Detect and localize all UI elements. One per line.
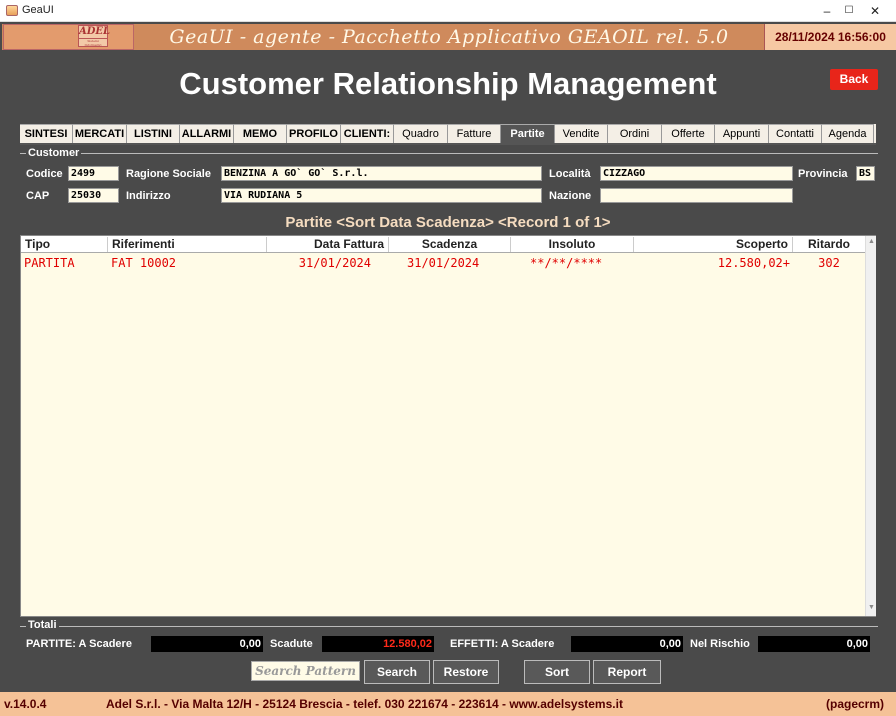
codice-label: Codice (26, 168, 63, 180)
tab-agenda[interactable]: Agenda (822, 124, 874, 143)
indirizzo-label: Indirizzo (126, 190, 171, 202)
codice-field[interactable]: 2499 (68, 166, 119, 181)
tab-appunti[interactable]: Appunti (715, 124, 769, 143)
partite-a-scadere-label: PARTITE: A Scadere (26, 638, 132, 650)
vertical-scrollbar[interactable]: ▲ ▼ (865, 236, 876, 616)
back-button[interactable]: Back (830, 69, 878, 90)
scroll-down-icon[interactable]: ▼ (868, 604, 875, 611)
col-scadenza[interactable]: Scadenza (389, 237, 511, 252)
localita-field[interactable]: CIZZAGO (600, 166, 793, 181)
tab-sintesi[interactable]: SINTESI (20, 124, 73, 143)
tab-listini[interactable]: LISTINI (127, 124, 180, 143)
logo-subtext: Sistemi Informativi Personalizzati (84, 39, 102, 47)
tab-fatture[interactable]: Fatture (448, 124, 501, 143)
tab-allarmi[interactable]: ALLARMI (180, 124, 234, 143)
sort-button[interactable]: Sort (524, 660, 590, 684)
grid-title: Partite <Sort Data Scadenza> <Record 1 o… (285, 214, 611, 231)
ragione-sociale-label: Ragione Sociale (126, 168, 211, 180)
col-ritardo[interactable]: Ritardo (793, 237, 865, 252)
scroll-up-icon[interactable]: ▲ (868, 238, 875, 245)
cell-insoluto: **/**/**** (530, 256, 603, 270)
company-info: Adel S.r.l. - Via Malta 12/H - 25124 Bre… (106, 697, 623, 711)
table-header: Tipo Riferimenti Data Fattura Scadenza I… (21, 236, 865, 253)
cap-label: CAP (26, 190, 50, 202)
ragione-sociale-field[interactable]: BENZINA A GO` GO` S.r.l. (221, 166, 542, 181)
cell-riferimenti: FAT 10002 (111, 256, 177, 270)
provincia-label: Provincia (798, 168, 848, 180)
col-riferimenti[interactable]: Riferimenti (108, 237, 267, 252)
app-icon (6, 5, 18, 16)
cell-ritardo: 302 (818, 256, 840, 270)
table-row[interactable]: PARTITA FAT 10002 31/01/2024 31/01/2024 … (21, 254, 865, 270)
tab-vendite[interactable]: Vendite (555, 124, 608, 143)
tab-memo[interactable]: MEMO (234, 124, 287, 143)
tab-partite[interactable]: Partite (501, 124, 555, 143)
nel-rischio-value: 0,00 (758, 636, 870, 652)
nel-rischio-label: Nel Rischio (690, 638, 750, 650)
effetti-a-scadere-label: EFFETTI: A Scadere (450, 638, 555, 650)
search-button[interactable]: Search (364, 660, 430, 684)
window-titlebar (0, 0, 896, 22)
tab-offerte[interactable]: Offerte (662, 124, 715, 143)
window-title: GeaUI (22, 4, 54, 16)
effetti-a-scadere-value: 0,00 (571, 636, 683, 652)
page-id-label: (pagecrm) (826, 697, 885, 711)
tab-mercati[interactable]: MERCATI (73, 124, 127, 143)
partite-table: Tipo Riferimenti Data Fattura Scadenza I… (20, 235, 876, 617)
tab-profilo[interactable]: PROFILO (287, 124, 341, 143)
logo-mark: ADEL Sistemi Informativi Personalizzati (78, 25, 111, 47)
logo-text: ADEL (79, 26, 111, 39)
partite-a-scadere-value: 0,00 (151, 636, 263, 652)
cell-tipo: PARTITA (24, 256, 75, 270)
nazione-field[interactable] (600, 188, 793, 203)
restore-button[interactable]: Restore (433, 660, 499, 684)
col-scoperto[interactable]: Scoperto (634, 237, 793, 252)
customer-section-label: Customer (26, 147, 82, 159)
provincia-field[interactable]: BS (856, 166, 875, 181)
scadute-value: 12.580,02 (322, 636, 434, 652)
report-button[interactable]: Report (593, 660, 661, 684)
cell-data-fattura: 31/01/2024 (298, 256, 371, 270)
nazione-label: Nazione (549, 190, 592, 202)
tab-quadro[interactable]: Quadro (394, 124, 448, 143)
page-title: Customer Relationship Management (179, 66, 717, 101)
col-data-fattura[interactable]: Data Fattura (267, 237, 389, 252)
scadute-label: Scadute (270, 638, 313, 650)
cell-scadenza: 31/01/2024 (407, 256, 480, 270)
tab-bar: SINTESI MERCATI LISTINI ALLARMI MEMO PRO… (20, 124, 876, 143)
version-label: v.14.0.4 (4, 697, 47, 711)
tab-clienti: CLIENTI: (341, 124, 394, 143)
app-header-title: GeaUI - agente - Pacchetto Applicativo G… (169, 26, 729, 48)
indirizzo-field[interactable]: VIA RUDIANA 5 (221, 188, 542, 203)
localita-label: Località (549, 168, 591, 180)
tab-separator (20, 143, 876, 145)
cell-scoperto: 12.580,02+ (717, 256, 790, 270)
datetime-display: 28/11/2024 16:56:00 (764, 24, 896, 50)
cap-field[interactable]: 25030 (68, 188, 119, 203)
tab-contatti[interactable]: Contatti (769, 124, 822, 143)
close-button[interactable]: ✕ (852, 0, 896, 22)
company-logo (3, 24, 134, 50)
search-pattern-input[interactable]: Search Pattern (251, 661, 360, 681)
col-tipo[interactable]: Tipo (21, 237, 108, 252)
totals-section-label: Totali (26, 619, 59, 631)
col-insoluto[interactable]: Insoluto (511, 237, 634, 252)
tab-ordini[interactable]: Ordini (608, 124, 662, 143)
